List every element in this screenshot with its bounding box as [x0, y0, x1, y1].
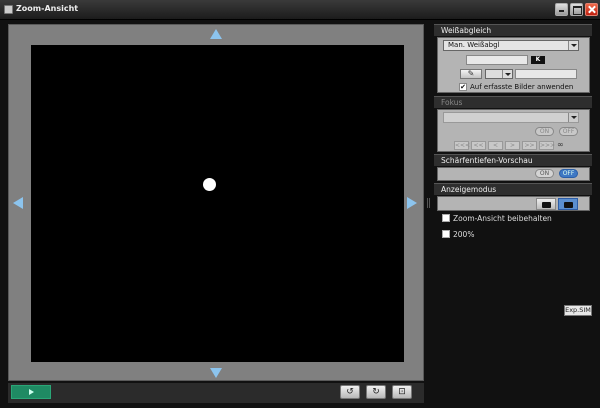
dof-preview-section: ON OFF — [437, 167, 590, 181]
rotate-right-button[interactable]: ↻ — [366, 385, 386, 399]
pan-down-arrow-icon[interactable] — [210, 368, 222, 378]
wb-preset-select[interactable] — [485, 69, 513, 79]
white-balance-header: Weißabgleich — [434, 24, 592, 36]
wb-value-field[interactable] — [515, 69, 577, 79]
chevron-down-icon — [502, 70, 512, 78]
dof-off-button[interactable]: OFF — [559, 169, 578, 178]
focus-near-3-button[interactable]: <<< — [454, 141, 470, 150]
focus-on-button[interactable]: ON — [535, 127, 554, 136]
keep-zoom-label: Zoom-Ansicht beibehalten — [453, 214, 552, 223]
eyedropper-button[interactable]: ✎ — [460, 69, 482, 79]
focus-far-1-button[interactable]: > — [505, 141, 520, 150]
camera-icon — [542, 202, 551, 208]
apply-to-captured-checkbox[interactable]: ✔ — [459, 83, 467, 91]
focus-header: Fokus — [434, 96, 592, 108]
window-title: Zoom-Ansicht — [16, 4, 79, 13]
white-balance-section: Man. Weißabgl K ✎ ✔ Auf erfasste Bilder … — [437, 37, 590, 93]
bottom-toolbar: ↺ ↻ ⊡ — [8, 383, 424, 403]
live-view-canvas[interactable] — [31, 45, 404, 362]
zoom-200-label: 200% — [453, 230, 475, 239]
apply-to-captured-label: Auf erfasste Bilder anwenden — [470, 83, 574, 91]
zoom-view-frame — [8, 24, 424, 381]
display-mode-header: Anzeigemodus — [434, 183, 592, 195]
focus-select[interactable] — [443, 112, 579, 123]
chevron-down-icon — [568, 41, 578, 50]
monitor-mode-button[interactable] — [558, 198, 578, 210]
zoom-200-checkbox[interactable] — [442, 230, 450, 238]
focus-far-3-button[interactable]: >>> — [539, 141, 555, 150]
focus-nav-row: <<< << < > >> >>> ∞ — [454, 140, 584, 151]
focus-far-2-button[interactable]: >> — [522, 141, 537, 150]
camera-mode-button[interactable] — [536, 198, 556, 210]
kelvin-input[interactable] — [466, 55, 528, 65]
monitor-icon — [564, 202, 573, 208]
chevron-down-icon — [568, 113, 578, 122]
white-balance-select[interactable]: Man. Weißabgl — [443, 40, 579, 51]
infinity-icon: ∞ — [557, 140, 564, 149]
focus-near-1-button[interactable]: < — [488, 141, 503, 150]
exposure-simulation-badge: Exp.SIM — [564, 305, 592, 316]
app-icon — [4, 5, 13, 14]
focus-section: ON OFF <<< << < > >> >>> ∞ — [437, 109, 590, 152]
maximize-button[interactable] — [570, 3, 583, 16]
white-balance-select-value: Man. Weißabgl — [448, 41, 500, 49]
display-mode-section — [437, 196, 590, 211]
fit-view-button[interactable]: ⊡ — [392, 385, 412, 399]
keep-zoom-checkbox[interactable] — [442, 214, 450, 222]
minimize-button[interactable] — [555, 3, 568, 16]
pan-right-arrow-icon[interactable] — [407, 197, 417, 209]
dof-preview-header: Schärfentiefen-Vorschau — [434, 154, 592, 166]
play-button[interactable] — [11, 385, 51, 399]
focus-near-2-button[interactable]: << — [471, 141, 486, 150]
title-bar: Zoom-Ansicht — [0, 0, 600, 20]
dof-on-button[interactable]: ON — [535, 169, 554, 178]
focus-point-marker[interactable] — [203, 178, 216, 191]
focus-off-button[interactable]: OFF — [559, 127, 578, 136]
panel-splitter-handle[interactable] — [427, 198, 430, 208]
rotate-left-button[interactable]: ↺ — [340, 385, 360, 399]
pan-left-arrow-icon[interactable] — [13, 197, 23, 209]
kelvin-badge: K — [531, 56, 545, 64]
close-button[interactable] — [585, 3, 598, 16]
pan-up-arrow-icon[interactable] — [210, 29, 222, 39]
